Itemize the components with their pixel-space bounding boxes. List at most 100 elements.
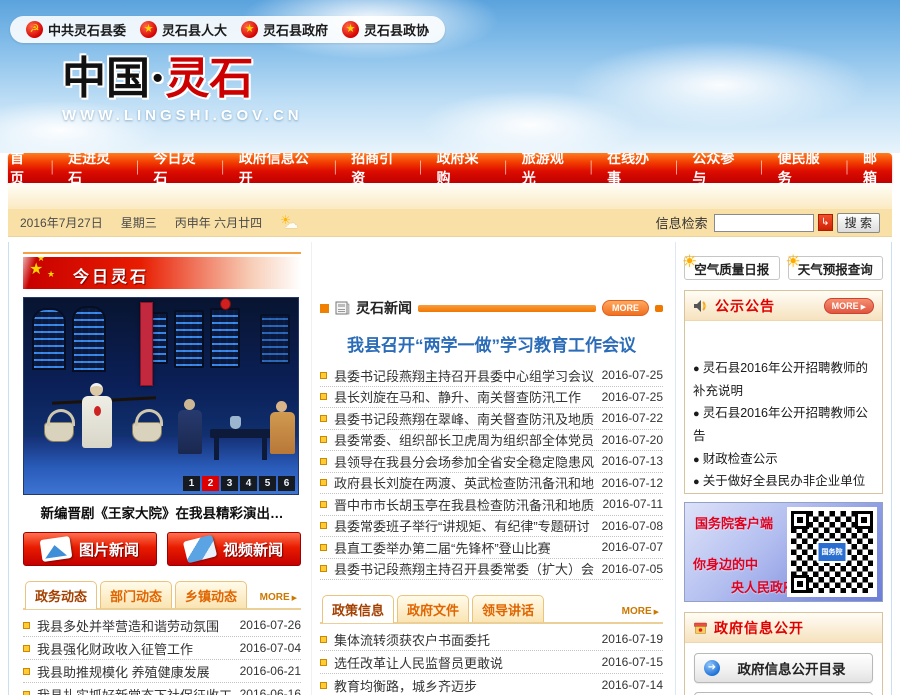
news-title[interactable]: 县委常委、组织部长卫虎周为组织部全体党员讲党课 <box>334 430 594 449</box>
nav-item-label[interactable]: 走进灵石 <box>66 148 123 188</box>
list-item-title[interactable]: 我县扎实抓好新常态下社保征收工作 <box>37 685 232 695</box>
photo-news-button[interactable]: 图片新闻 <box>23 532 157 566</box>
weather-forecast-button[interactable]: ☀ 天气预报查询 <box>786 252 883 280</box>
top-link[interactable]: ☭ 中共灵石县委 <box>26 20 126 39</box>
nav-item-label[interactable]: 首页 <box>8 148 38 188</box>
nav-item[interactable]: 招商引资 <box>349 148 434 188</box>
carousel-caption[interactable]: 新编晋剧《王家大院》在我县精彩演出… <box>23 502 301 522</box>
news-more-button[interactable]: MORE <box>602 300 649 316</box>
tab[interactable]: 领导讲话 <box>472 595 545 622</box>
news-title[interactable]: 县领导在我县分会场参加全省安全稳定隐患风险大排查… <box>334 452 594 471</box>
bullet-icon <box>320 414 327 422</box>
speaker-icon <box>693 299 709 313</box>
nav-item[interactable]: 旅游观光 <box>520 148 605 188</box>
list-item-title[interactable]: 集体流转须获农户书面委托 <box>334 630 594 649</box>
notice-item[interactable]: 灵石县2016年公开招聘教师公告 <box>693 402 874 447</box>
news-title[interactable]: 县直工委举办第二届“先锋杯”登山比赛 <box>334 538 594 557</box>
carousel-page[interactable]: 6 <box>278 476 295 491</box>
policy-tabs: 政策信息 政府文件 领导讲话 MORE <box>320 594 663 624</box>
tab[interactable]: 乡镇动态 <box>175 581 248 608</box>
top-link[interactable]: ★ 灵石县政府 <box>241 20 328 39</box>
bullet-icon <box>320 658 327 666</box>
newspaper-icon <box>335 301 350 315</box>
carousel-page[interactable]: 4 <box>240 476 257 491</box>
nav-item-label[interactable]: 公众参与 <box>690 148 747 188</box>
nav-item-label[interactable]: 旅游观光 <box>520 148 577 188</box>
tab[interactable]: 部门动态 <box>100 581 173 608</box>
top-links-bar: ☭ 中共灵石县委 ★ 灵石县人大 ★ 灵石县政府 ★ 灵石县政协 <box>10 16 446 43</box>
site-logo[interactable]: 中国·灵石 WWW.LINGSHI.GOV.CN <box>62 55 303 124</box>
nav-item[interactable]: 公众参与 <box>690 148 775 188</box>
search-button[interactable]: 搜 索 <box>836 212 880 233</box>
nav-item-label[interactable]: 便民服务 <box>776 148 833 188</box>
news-date: 2016-07-22 <box>601 411 663 426</box>
info-directory-button[interactable]: ➜ 政府信息公开目录 <box>694 653 873 683</box>
list-item-date: 2016-07-19 <box>601 632 663 646</box>
list-item-title[interactable]: 教育均衡路，城乡齐迈步 <box>334 676 594 695</box>
nav-item[interactable]: 便民服务 <box>776 148 861 188</box>
nav-item-label[interactable]: 政府采购 <box>434 148 491 188</box>
air-quality-button[interactable]: ☀ 空气质量日报 <box>682 252 780 280</box>
video-news-button[interactable]: 视频新闻 <box>167 532 301 566</box>
news-title[interactable]: 县长刘旋在马和、静升、南关督查防汛工作 <box>334 387 594 406</box>
search-zone: 信息检索 ↳ 搜 索 <box>655 212 880 233</box>
nav-item-label[interactable]: 政府信息公开 <box>237 148 321 188</box>
qr-center-label: 国务院 <box>816 541 848 563</box>
news-photo-carousel[interactable]: 123456 <box>23 297 299 495</box>
list-item-title[interactable]: 我县助推规模化 养殖健康发展 <box>37 662 232 681</box>
carousel-page[interactable]: 2 <box>202 476 219 491</box>
search-go-icon[interactable]: ↳ <box>817 214 833 231</box>
date-bar: 2016年7月27日 星期三 丙申年 六月廿四 ☀ ☁ 信息检索 ↳ 搜 索 <box>8 209 892 237</box>
news-date: 2016-07-05 <box>601 561 663 576</box>
carousel-pagination: 123456 <box>183 476 295 491</box>
notice-item[interactable]: 灵石县2016年公开招聘教师的补充说明 <box>693 357 874 402</box>
top-link[interactable]: ★ 灵石县人大 <box>140 20 227 39</box>
search-label: 信息检索 <box>655 216 708 231</box>
notice-more-button[interactable]: MORE <box>823 297 874 314</box>
nav-item[interactable]: 在线办事 <box>605 148 690 188</box>
more-link[interactable]: MORE <box>260 592 299 608</box>
news-title[interactable]: 县委书记段燕翔主持召开县委中心组学习会议 <box>334 366 594 385</box>
news-title[interactable]: 政府县长刘旋在两渡、英武检查防汛备汛和地质灾害防… <box>334 473 594 492</box>
list-item-title[interactable]: 我县强化财政收入征管工作 <box>37 639 232 658</box>
tab[interactable]: 政府文件 <box>397 595 470 622</box>
top-link[interactable]: ★ 灵石县政协 <box>342 20 429 39</box>
lingshi-gov-homepage: ☭ 中共灵石县委 ★ 灵石县人大 ★ 灵石县政府 ★ 灵石县政协 中国·灵石 W… <box>0 0 900 695</box>
top-headline[interactable]: 我县召开“两学一做”学习教育工作会议 <box>320 331 663 356</box>
star-icon: ★ <box>47 269 56 279</box>
nav-item[interactable]: 政府信息公开 <box>237 148 349 188</box>
notice-item[interactable]: 财政检查公示 <box>693 448 874 471</box>
nav-item-label[interactable]: 邮箱 <box>861 148 892 188</box>
nav-item[interactable]: 走进灵石 <box>66 148 151 188</box>
state-council-client-banner[interactable]: 国务院客户端 你身边的中 央人民政府 国务院 <box>684 502 883 602</box>
nav-item[interactable]: 首页 <box>8 148 66 188</box>
tab[interactable]: 政策信息 <box>322 595 395 623</box>
gov-dynamics-section: 政务动态部门动态乡镇动态 MORE 我县多处并举营造和谐劳动氛围 2016-07… <box>23 580 301 695</box>
news-row: 县委书记段燕翔主持召开县委常委（扩大）会议 2016-07-05 <box>320 559 663 580</box>
nav-item[interactable]: 政府采购 <box>434 148 519 188</box>
nav-item[interactable]: 邮箱 <box>861 148 892 188</box>
bullet-icon <box>320 543 327 551</box>
list-item-title[interactable]: 我县多处并举营造和谐劳动氛围 <box>37 616 232 635</box>
list-item: 我县强化财政收入征管工作 2016-07-04 <box>23 637 301 660</box>
more-link[interactable]: MORE <box>622 606 661 622</box>
news-title[interactable]: 晋中市市长胡玉亭在我县检查防汛备汛和地质灾害防治… <box>334 495 595 514</box>
left-column: ★ ★ ★ 今日灵石 1 2 3 4 5 6 新编晋剧《王家大院》在我县精彩演出… <box>17 242 305 695</box>
emblem-icon: ★ <box>241 21 259 38</box>
list-item-title[interactable]: 选任改革让人民监督员更敢说 <box>334 653 594 672</box>
search-input[interactable] <box>713 213 814 232</box>
news-title[interactable]: 县委书记段燕翔在翠峰、南关督查防汛及地质灾害防治… <box>334 409 594 428</box>
list-item: 我县扎实抓好新常态下社保征收工作 2016-06-16 <box>23 683 301 695</box>
nav-item-label[interactable]: 今日灵石 <box>151 148 208 188</box>
nav-item-label[interactable]: 在线办事 <box>605 148 662 188</box>
news-title[interactable]: 县委常委班子举行“讲规矩、有纪律”专题研讨 <box>334 516 594 535</box>
nav-item[interactable]: 今日灵石 <box>151 148 236 188</box>
carousel-page[interactable]: 1 <box>183 476 200 491</box>
carousel-page[interactable]: 5 <box>259 476 276 491</box>
notice-item[interactable]: 关于做好全县民办非企业单位2015年年度检查事项公告的函 <box>693 470 874 493</box>
tab[interactable]: 政务动态 <box>25 581 98 609</box>
carousel-page[interactable]: 3 <box>221 476 238 491</box>
nav-item-label[interactable]: 招商引资 <box>349 148 406 188</box>
news-title[interactable]: 县委书记段燕翔主持召开县委常委（扩大）会议 <box>334 559 594 578</box>
weather-forecast-label: 天气预报查询 <box>797 262 873 277</box>
